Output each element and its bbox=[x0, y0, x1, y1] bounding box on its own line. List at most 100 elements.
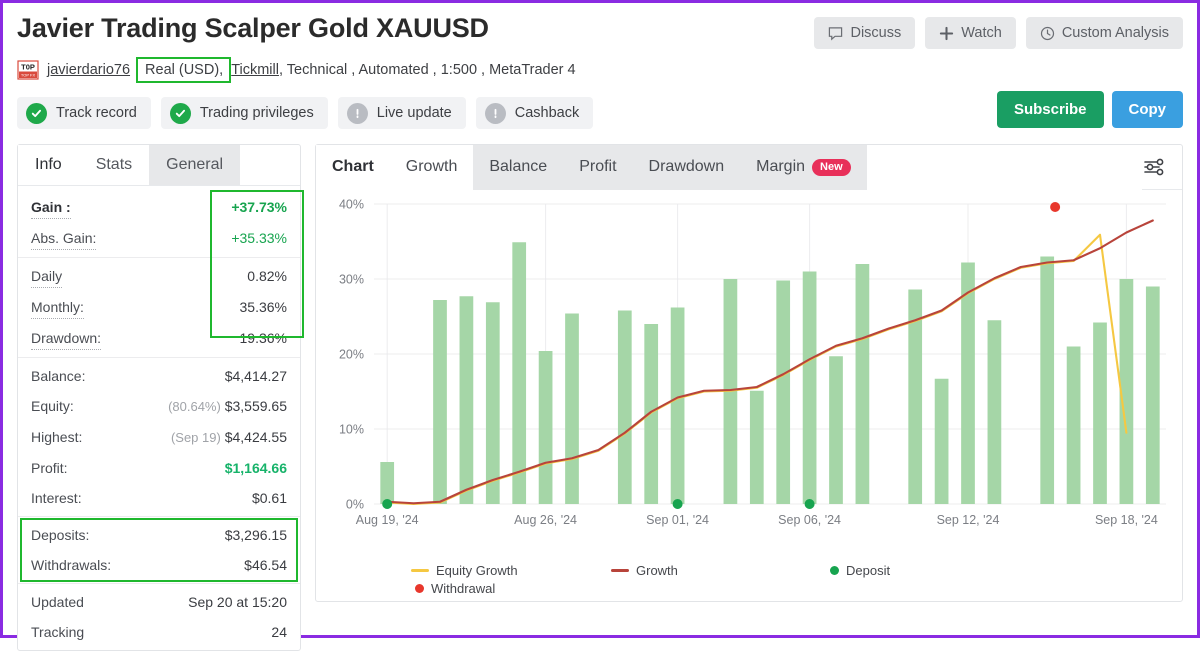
stat-value: $3,296.15 bbox=[224, 527, 287, 543]
legend-item-equity-growth[interactable]: Equity Growth bbox=[411, 563, 611, 578]
exclamation-circle-icon bbox=[484, 102, 506, 124]
watch-label: Watch bbox=[961, 25, 1002, 41]
stat-label: Tracking bbox=[31, 624, 85, 640]
status-badges: Track record Trading privileges Live upd… bbox=[17, 91, 1183, 129]
sliders-icon[interactable] bbox=[1142, 156, 1182, 178]
chart-panel: Chart Growth Balance Profit Drawdown Mar… bbox=[315, 144, 1183, 602]
stat-row-deposits: Deposits: $3,296.15 bbox=[18, 520, 300, 550]
legend-row-2: Withdrawal bbox=[411, 581, 1051, 596]
stat-group-meta: Updated Sep 20 at 15:20 Tracking 24 bbox=[18, 583, 300, 650]
stat-row-profit: Profit: $1,164.66 bbox=[18, 453, 300, 483]
status-badge-live-update[interactable]: Live update bbox=[337, 97, 466, 129]
stat-value: +37.73% bbox=[231, 199, 287, 215]
svg-text:20%: 20% bbox=[339, 348, 364, 362]
plus-icon bbox=[939, 26, 954, 41]
legend-label: Withdrawal bbox=[431, 581, 496, 596]
tab-balance[interactable]: Balance bbox=[473, 144, 564, 190]
stat-group-funding: Deposits: $3,296.15 Withdrawals: $46.54 bbox=[18, 516, 300, 583]
tab-growth[interactable]: Growth bbox=[389, 144, 474, 190]
status-badge-label: Cashback bbox=[514, 105, 580, 121]
custom-analysis-label: Custom Analysis bbox=[1061, 25, 1169, 41]
stat-label: Gain : bbox=[31, 196, 71, 219]
legend-item-growth[interactable]: Growth bbox=[611, 563, 826, 578]
stat-subvalue: (80.64%) bbox=[168, 399, 221, 414]
stat-row-highest: Highest: (Sep 19) $4,424.55 bbox=[18, 422, 300, 453]
legend-line-icon bbox=[411, 569, 429, 572]
stat-row-daily: Daily 0.82% bbox=[18, 261, 300, 292]
legend-dot-icon bbox=[830, 566, 839, 575]
header-actions: Discuss Watch Custom Analysis bbox=[814, 9, 1183, 49]
legend-item-withdrawal[interactable]: Withdrawal bbox=[411, 581, 495, 596]
stat-row-gain: Gain : +37.73% bbox=[18, 192, 300, 223]
header: Javier Trading Scalper Gold XAUUSD Discu… bbox=[17, 3, 1183, 49]
stat-label: Deposits: bbox=[31, 527, 90, 543]
svg-text:T0P: T0P bbox=[21, 63, 35, 72]
stat-label: Profit: bbox=[31, 460, 68, 476]
legend-label: Deposit bbox=[846, 563, 891, 578]
tab-chart[interactable]: Chart bbox=[316, 144, 390, 190]
stat-value-wrap: (Sep 19) $4,424.55 bbox=[171, 426, 287, 449]
broker-link[interactable]: Tickmill bbox=[231, 62, 279, 78]
watch-button[interactable]: Watch bbox=[925, 17, 1016, 49]
tab-margin[interactable]: Margin New bbox=[740, 144, 867, 190]
stat-row-monthly: Monthly: 35.36% bbox=[18, 292, 300, 323]
account-type-label: Real (USD), bbox=[145, 62, 224, 78]
account-meta-rest: , Technical , Automated , 1:500 , MetaTr… bbox=[278, 62, 576, 78]
custom-analysis-button[interactable]: Custom Analysis bbox=[1025, 17, 1183, 49]
stat-label: Interest: bbox=[31, 490, 82, 506]
tabs-spacer bbox=[866, 144, 1142, 190]
stat-value: $46.54 bbox=[244, 557, 287, 573]
copy-button[interactable]: Copy bbox=[1111, 91, 1183, 128]
status-badge-track-record[interactable]: Track record bbox=[17, 97, 151, 129]
stat-row-tracking: Tracking 24 bbox=[18, 617, 300, 647]
account-meta-row: T0P TOP FX javierdario76 Real (USD), Tic… bbox=[17, 57, 1183, 83]
stat-row-withdrawals: Withdrawals: $46.54 bbox=[18, 550, 300, 580]
legend-item-deposit[interactable]: Deposit bbox=[826, 563, 890, 578]
stat-label: Withdrawals: bbox=[31, 557, 112, 573]
svg-text:0%: 0% bbox=[346, 498, 364, 512]
svg-text:Aug 26, '24: Aug 26, '24 bbox=[514, 513, 577, 527]
check-circle-icon bbox=[169, 102, 191, 124]
stat-row-drawdown: Drawdown: 19.36% bbox=[18, 323, 300, 354]
stat-row-equity: Equity: (80.64%) $3,559.65 bbox=[18, 391, 300, 422]
stat-row-interest: Interest: $0.61 bbox=[18, 483, 300, 513]
tab-info[interactable]: Info bbox=[18, 145, 79, 185]
stat-value: 0.82% bbox=[247, 268, 287, 284]
chart-tabs: Chart Growth Balance Profit Drawdown Mar… bbox=[316, 144, 1182, 190]
status-badge-trading-privileges[interactable]: Trading privileges bbox=[160, 97, 328, 129]
status-badge-label: Trading privileges bbox=[199, 105, 314, 121]
svg-text:30%: 30% bbox=[339, 273, 364, 287]
stat-label: Updated bbox=[31, 594, 84, 610]
check-circle-icon bbox=[26, 102, 47, 124]
stat-value: $1,164.66 bbox=[224, 460, 287, 476]
tab-general[interactable]: General bbox=[149, 145, 241, 185]
stat-label: Monthly: bbox=[31, 296, 84, 319]
stat-value: 35.36% bbox=[239, 299, 287, 315]
tab-stats[interactable]: Stats bbox=[78, 145, 150, 185]
tab-profit[interactable]: Profit bbox=[563, 144, 633, 190]
growth-chart[interactable]: 0% 10% 20% 30% 40% Aug 19, '24 Aug 26, '24 Sep … bbox=[316, 190, 1182, 550]
sidebar-tabs: Info Stats General bbox=[18, 145, 300, 186]
discuss-label: Discuss bbox=[850, 25, 902, 41]
svg-text:TOP FX: TOP FX bbox=[21, 73, 36, 78]
chart-legend: Equity Growth Growth Deposit Withdrawal bbox=[411, 563, 1051, 596]
discuss-button[interactable]: Discuss bbox=[814, 17, 916, 49]
stat-label: Daily bbox=[31, 265, 63, 288]
stat-row-balance: Balance: $4,414.27 bbox=[18, 361, 300, 391]
tab-drawdown[interactable]: Drawdown bbox=[632, 144, 741, 190]
stat-value: $0.61 bbox=[251, 490, 287, 506]
svg-text:Aug 19, '24: Aug 19, '24 bbox=[356, 513, 419, 527]
page-title: Javier Trading Scalper Gold XAUUSD bbox=[17, 13, 489, 43]
subscribe-button[interactable]: Subscribe bbox=[996, 91, 1104, 128]
status-badge-cashback[interactable]: Cashback bbox=[475, 97, 594, 129]
stat-value: 19.36% bbox=[239, 330, 287, 346]
top-badge-icon: T0P TOP FX bbox=[17, 60, 39, 80]
stat-value: Sep 20 at 15:20 bbox=[188, 594, 287, 610]
stats-sidebar: Info Stats General Gain : +37.73% Abs. G… bbox=[17, 144, 304, 651]
username-link[interactable]: javierdario76 bbox=[47, 62, 130, 78]
stat-subvalue: (Sep 19) bbox=[170, 430, 221, 445]
svg-text:Sep 12, '24: Sep 12, '24 bbox=[937, 513, 1000, 527]
stat-label: Equity: bbox=[31, 398, 74, 414]
status-badge-label: Track record bbox=[56, 105, 137, 121]
account-type-highlight: Real (USD), bbox=[136, 57, 232, 83]
